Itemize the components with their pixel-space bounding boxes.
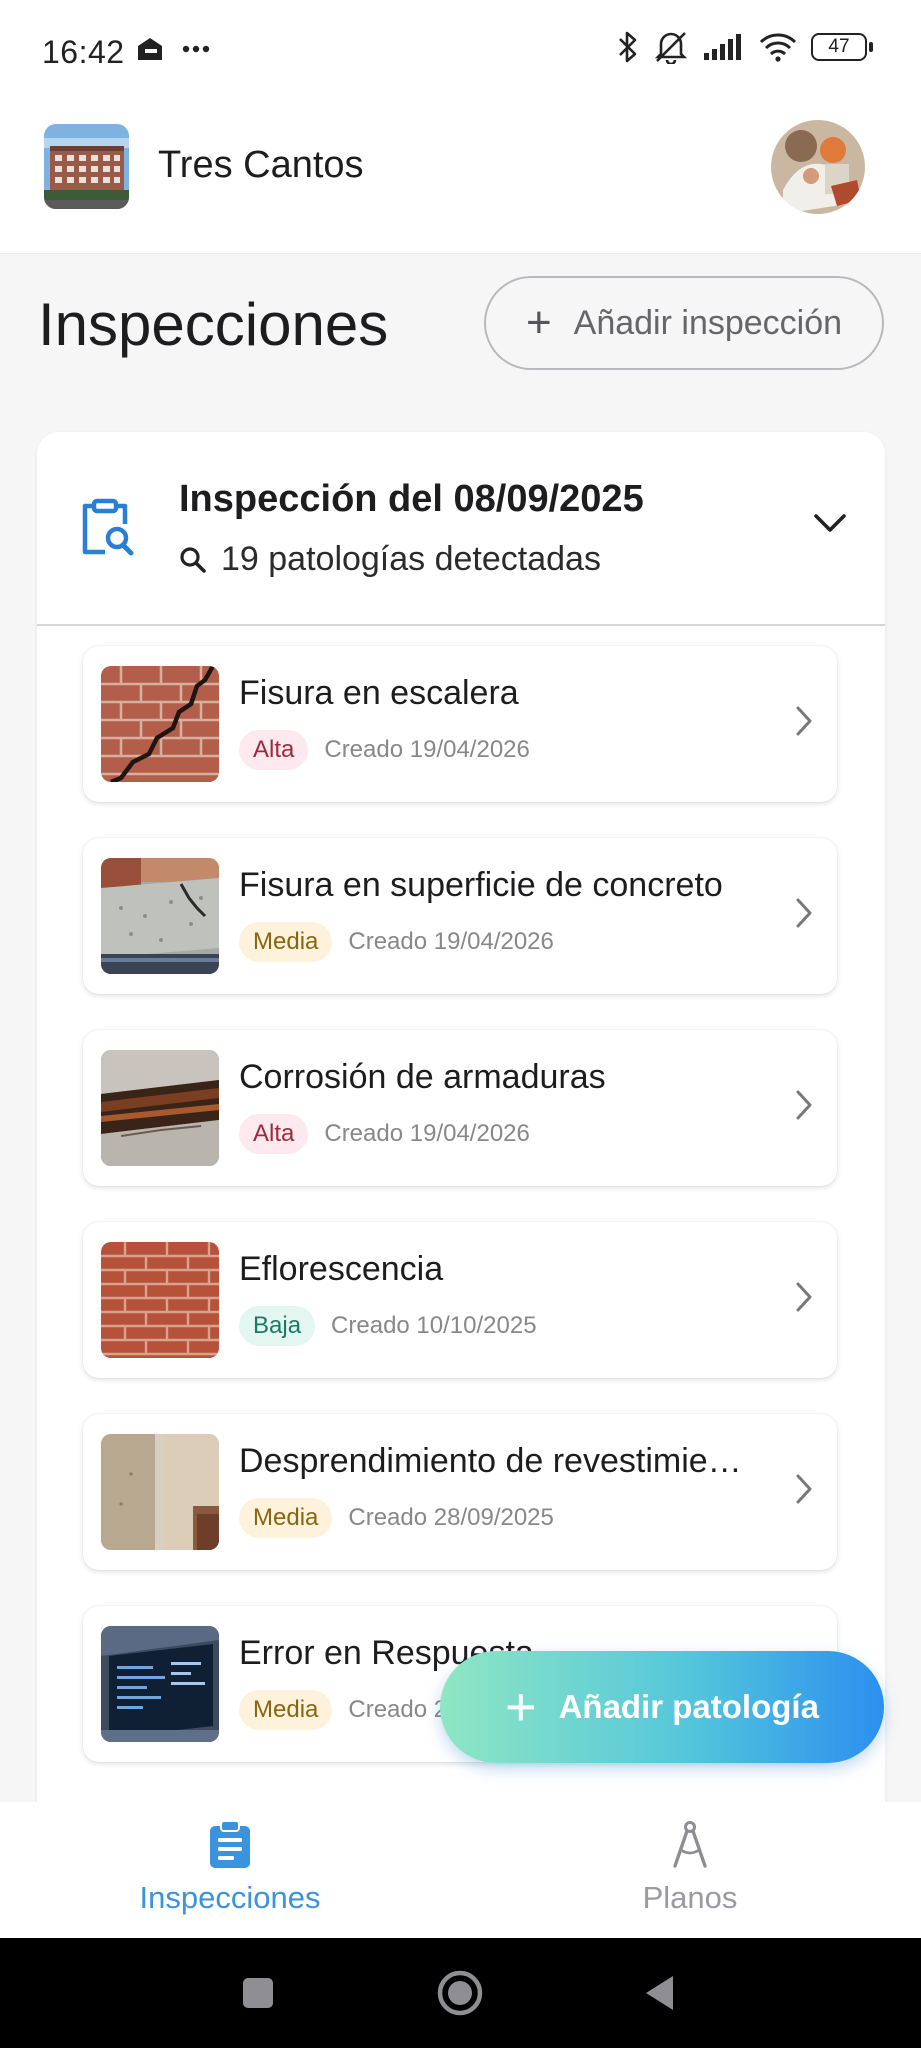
chevron-right-icon [796,1282,812,1312]
clipboard-search-icon [82,498,134,556]
pathology-thumbnail [101,1050,219,1166]
plus-icon: + [525,298,552,347]
chevron-down-icon[interactable] [813,512,847,534]
status-bar: 16:42 47 [0,0,921,104]
chevron-right-icon [796,1474,812,1504]
add-inspection-button[interactable]: + Añadir inspección [484,276,884,370]
severity-badge: Alta [239,1114,309,1154]
pathology-count: 19 patologías detectadas [221,540,601,578]
home-icon [437,1970,483,2016]
status-left-icons [136,36,210,62]
pathology-meta: Media Creado 28/09/2025 [239,1498,554,1538]
wifi-icon [759,33,797,62]
pathology-meta: Alta Creado 19/04/2026 [239,730,530,770]
status-time: 16:42 [42,34,125,70]
severity-badge: Media [239,1498,333,1538]
pathology-meta: Alta Creado 19/04/2026 [239,1114,530,1154]
created-date: Creado 10/10/2025 [331,1312,537,1339]
pathology-title: Fisura en escalera [239,674,519,712]
pathology-meta: Media Creado 19/04/2026 [239,922,554,962]
nav-item-planos[interactable]: Planos [540,1820,840,1916]
severity-badge: Media [239,922,333,962]
created-date: Creado 19/04/2026 [348,928,554,955]
add-pathology-label: Añadir patología [558,1688,819,1725]
created-date: Creado 28/09/2025 [348,1504,554,1531]
notification-app-icon [138,38,162,60]
home-button[interactable] [410,1938,510,2048]
signal-icon [704,34,741,60]
chevron-right-icon [796,706,812,736]
compass-drafting-icon [673,1821,707,1868]
recents-button[interactable] [208,1938,308,2048]
nav-label-planos: Planos [642,1880,738,1915]
plus-icon: + [505,1677,537,1737]
chevron-right-icon [796,1090,812,1120]
created-date: Creado 19/04/2026 [324,736,530,763]
pathology-item[interactable]: Desprendimiento de revestimie… Media Cre… [83,1414,837,1570]
nav-item-inspecciones[interactable]: Inspecciones [80,1820,380,1916]
pathology-title: Fisura en superficie de concreto [239,866,723,904]
pathology-item[interactable]: Corrosión de armaduras Alta Creado 19/04… [83,1030,837,1186]
inspection-summary: 19 patologías detectadas [179,540,601,579]
pathology-item[interactable]: Fisura en escalera Alta Creado 19/04/202… [83,646,837,802]
muted-bell-icon [654,32,688,64]
created-date: Creado 19/04/2026 [324,1120,530,1147]
search-icon [180,546,206,573]
back-button[interactable] [610,1938,710,2048]
back-icon [646,1976,673,2010]
add-inspection-label: Añadir inspección [573,303,843,342]
pathology-thumbnail [101,1242,219,1358]
more-notifications-icon [182,45,210,53]
pathology-meta: Baja Creado 10/10/2025 [239,1306,537,1346]
system-navigation-bar [0,1938,921,2048]
pathology-item[interactable]: Fisura en superficie de concreto Media C… [83,838,837,994]
pathology-thumbnail [101,666,219,782]
bottom-navigation: Inspecciones Planos [0,1802,921,1938]
pathology-title: Corrosión de armaduras [239,1058,606,1096]
pathology-thumbnail [101,1434,219,1550]
user-avatar[interactable] [771,120,865,214]
bluetooth-icon [619,31,637,63]
inspection-title: Inspección del 08/09/2025 [179,478,644,520]
inspection-header[interactable]: Inspección del 08/09/2025 19 patologías … [37,432,885,626]
severity-badge: Alta [239,730,309,770]
inspection-card: Inspección del 08/09/2025 19 patologías … [37,432,885,1852]
add-pathology-fab[interactable]: + Añadir patología [440,1651,884,1763]
app-header: Tres Cantos [0,104,921,254]
page-title: Inspecciones [38,291,389,358]
project-thumbnail[interactable] [44,124,129,209]
pathology-thumbnail [101,1626,219,1742]
chevron-right-icon [796,898,812,928]
pathology-title: Desprendimiento de revestimie… [239,1442,742,1480]
project-name: Tres Cantos [158,144,364,186]
clipboard-list-icon [210,1820,250,1868]
severity-badge: Media [239,1690,333,1730]
battery-indicator: 47 [811,33,873,61]
severity-badge: Baja [239,1306,316,1346]
pathology-thumbnail [101,858,219,974]
recents-icon [243,1978,273,2008]
nav-label-inspecciones: Inspecciones [139,1880,321,1915]
status-right-icons: 47 [617,30,873,64]
pathology-title: Eflorescencia [239,1250,444,1288]
pathology-item[interactable]: Eflorescencia Baja Creado 10/10/2025 [83,1222,837,1378]
